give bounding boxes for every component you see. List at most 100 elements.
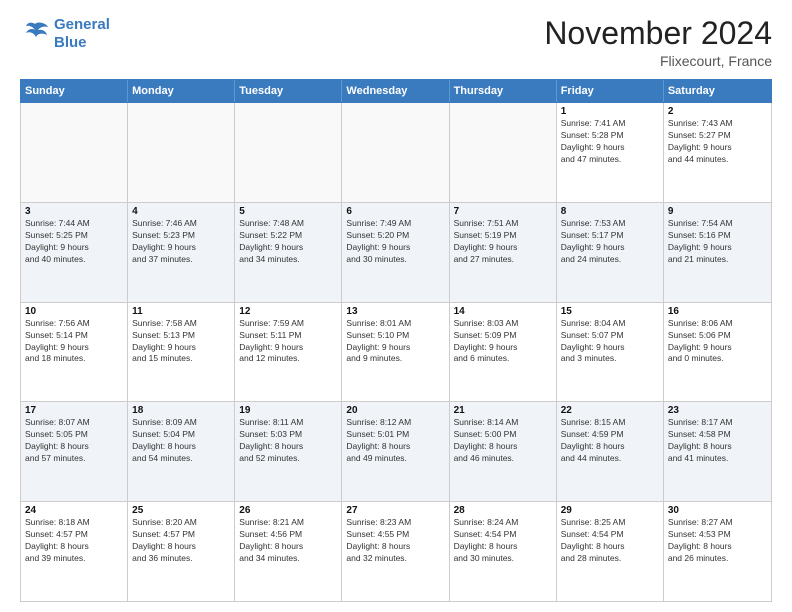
calendar-cell: 18Sunrise: 8:09 AM Sunset: 5:04 PM Dayli… [128,402,235,501]
day-number: 29 [561,505,659,516]
day-number: 15 [561,306,659,317]
day-number: 16 [668,306,767,317]
calendar-cell: 21Sunrise: 8:14 AM Sunset: 5:00 PM Dayli… [450,402,557,501]
calendar-cell: 11Sunrise: 7:58 AM Sunset: 5:13 PM Dayli… [128,303,235,402]
day-info: Sunrise: 7:53 AM Sunset: 5:17 PM Dayligh… [561,218,626,264]
day-info: Sunrise: 8:12 AM Sunset: 5:01 PM Dayligh… [346,417,411,463]
calendar-cell: 7Sunrise: 7:51 AM Sunset: 5:19 PM Daylig… [450,203,557,302]
calendar-cell [342,103,449,202]
day-number: 7 [454,206,552,217]
day-number: 22 [561,405,659,416]
day-number: 13 [346,306,444,317]
calendar-cell: 17Sunrise: 8:07 AM Sunset: 5:05 PM Dayli… [21,402,128,501]
month-title: November 2024 [544,16,772,51]
calendar-row: 3Sunrise: 7:44 AM Sunset: 5:25 PM Daylig… [21,203,771,303]
calendar-cell: 15Sunrise: 8:04 AM Sunset: 5:07 PM Dayli… [557,303,664,402]
calendar-cell: 5Sunrise: 7:48 AM Sunset: 5:22 PM Daylig… [235,203,342,302]
calendar-cell: 25Sunrise: 8:20 AM Sunset: 4:57 PM Dayli… [128,502,235,601]
day-number: 8 [561,206,659,217]
calendar-cell: 23Sunrise: 8:17 AM Sunset: 4:58 PM Dayli… [664,402,771,501]
day-number: 23 [668,405,767,416]
day-number: 1 [561,106,659,117]
day-info: Sunrise: 7:54 AM Sunset: 5:16 PM Dayligh… [668,218,733,264]
day-info: Sunrise: 8:06 AM Sunset: 5:06 PM Dayligh… [668,318,733,364]
calendar-row: 24Sunrise: 8:18 AM Sunset: 4:57 PM Dayli… [21,502,771,601]
day-info: Sunrise: 8:24 AM Sunset: 4:54 PM Dayligh… [454,517,519,563]
day-number: 28 [454,505,552,516]
calendar-cell [235,103,342,202]
calendar-cell: 26Sunrise: 8:21 AM Sunset: 4:56 PM Dayli… [235,502,342,601]
logo-text: General Blue [54,16,110,52]
day-info: Sunrise: 8:15 AM Sunset: 4:59 PM Dayligh… [561,417,626,463]
calendar-cell: 2Sunrise: 7:43 AM Sunset: 5:27 PM Daylig… [664,103,771,202]
day-info: Sunrise: 7:46 AM Sunset: 5:23 PM Dayligh… [132,218,197,264]
day-info: Sunrise: 8:01 AM Sunset: 5:10 PM Dayligh… [346,318,411,364]
day-info: Sunrise: 8:25 AM Sunset: 4:54 PM Dayligh… [561,517,626,563]
day-info: Sunrise: 7:59 AM Sunset: 5:11 PM Dayligh… [239,318,304,364]
day-header: Saturday [664,80,771,102]
calendar-cell: 28Sunrise: 8:24 AM Sunset: 4:54 PM Dayli… [450,502,557,601]
day-info: Sunrise: 7:43 AM Sunset: 5:27 PM Dayligh… [668,118,733,164]
day-number: 30 [668,505,767,516]
day-number: 20 [346,405,444,416]
day-number: 11 [132,306,230,317]
calendar: SundayMondayTuesdayWednesdayThursdayFrid… [20,79,772,602]
day-number: 10 [25,306,123,317]
day-number: 6 [346,206,444,217]
calendar-cell: 22Sunrise: 8:15 AM Sunset: 4:59 PM Dayli… [557,402,664,501]
day-number: 5 [239,206,337,217]
calendar-cell: 6Sunrise: 7:49 AM Sunset: 5:20 PM Daylig… [342,203,449,302]
day-number: 17 [25,405,123,416]
day-number: 3 [25,206,123,217]
calendar-cell: 27Sunrise: 8:23 AM Sunset: 4:55 PM Dayli… [342,502,449,601]
page: General Blue November 2024 Flixecourt, F… [0,0,792,612]
day-number: 4 [132,206,230,217]
day-number: 9 [668,206,767,217]
day-number: 12 [239,306,337,317]
day-info: Sunrise: 8:18 AM Sunset: 4:57 PM Dayligh… [25,517,90,563]
calendar-cell [128,103,235,202]
calendar-row: 17Sunrise: 8:07 AM Sunset: 5:05 PM Dayli… [21,402,771,502]
day-number: 27 [346,505,444,516]
calendar-cell: 13Sunrise: 8:01 AM Sunset: 5:10 PM Dayli… [342,303,449,402]
calendar-cell: 19Sunrise: 8:11 AM Sunset: 5:03 PM Dayli… [235,402,342,501]
logo-line1: General [54,16,110,33]
day-info: Sunrise: 7:44 AM Sunset: 5:25 PM Dayligh… [25,218,90,264]
calendar-cell: 9Sunrise: 7:54 AM Sunset: 5:16 PM Daylig… [664,203,771,302]
day-info: Sunrise: 8:27 AM Sunset: 4:53 PM Dayligh… [668,517,733,563]
calendar-cell: 14Sunrise: 8:03 AM Sunset: 5:09 PM Dayli… [450,303,557,402]
logo-line2: Blue [54,34,87,51]
day-info: Sunrise: 8:21 AM Sunset: 4:56 PM Dayligh… [239,517,304,563]
day-header: Friday [557,80,664,102]
calendar-cell: 4Sunrise: 7:46 AM Sunset: 5:23 PM Daylig… [128,203,235,302]
day-info: Sunrise: 7:56 AM Sunset: 5:14 PM Dayligh… [25,318,90,364]
day-number: 25 [132,505,230,516]
logo: General Blue [20,16,110,52]
day-number: 21 [454,405,552,416]
calendar-row: 10Sunrise: 7:56 AM Sunset: 5:14 PM Dayli… [21,303,771,403]
day-info: Sunrise: 8:07 AM Sunset: 5:05 PM Dayligh… [25,417,90,463]
calendar-cell: 29Sunrise: 8:25 AM Sunset: 4:54 PM Dayli… [557,502,664,601]
day-info: Sunrise: 8:14 AM Sunset: 5:00 PM Dayligh… [454,417,519,463]
calendar-cell [450,103,557,202]
calendar-cell: 8Sunrise: 7:53 AM Sunset: 5:17 PM Daylig… [557,203,664,302]
calendar-cell: 20Sunrise: 8:12 AM Sunset: 5:01 PM Dayli… [342,402,449,501]
day-info: Sunrise: 8:17 AM Sunset: 4:58 PM Dayligh… [668,417,733,463]
day-number: 19 [239,405,337,416]
calendar-cell: 30Sunrise: 8:27 AM Sunset: 4:53 PM Dayli… [664,502,771,601]
day-number: 2 [668,106,767,117]
day-info: Sunrise: 7:58 AM Sunset: 5:13 PM Dayligh… [132,318,197,364]
day-info: Sunrise: 8:03 AM Sunset: 5:09 PM Dayligh… [454,318,519,364]
day-number: 24 [25,505,123,516]
day-info: Sunrise: 8:20 AM Sunset: 4:57 PM Dayligh… [132,517,197,563]
location: Flixecourt, France [544,53,772,69]
day-header: Sunday [21,80,128,102]
calendar-header: SundayMondayTuesdayWednesdayThursdayFrid… [20,79,772,103]
day-header: Thursday [450,80,557,102]
day-info: Sunrise: 7:41 AM Sunset: 5:28 PM Dayligh… [561,118,626,164]
day-header: Tuesday [235,80,342,102]
header: General Blue November 2024 Flixecourt, F… [20,16,772,69]
calendar-cell: 3Sunrise: 7:44 AM Sunset: 5:25 PM Daylig… [21,203,128,302]
calendar-cell: 24Sunrise: 8:18 AM Sunset: 4:57 PM Dayli… [21,502,128,601]
calendar-cell [21,103,128,202]
